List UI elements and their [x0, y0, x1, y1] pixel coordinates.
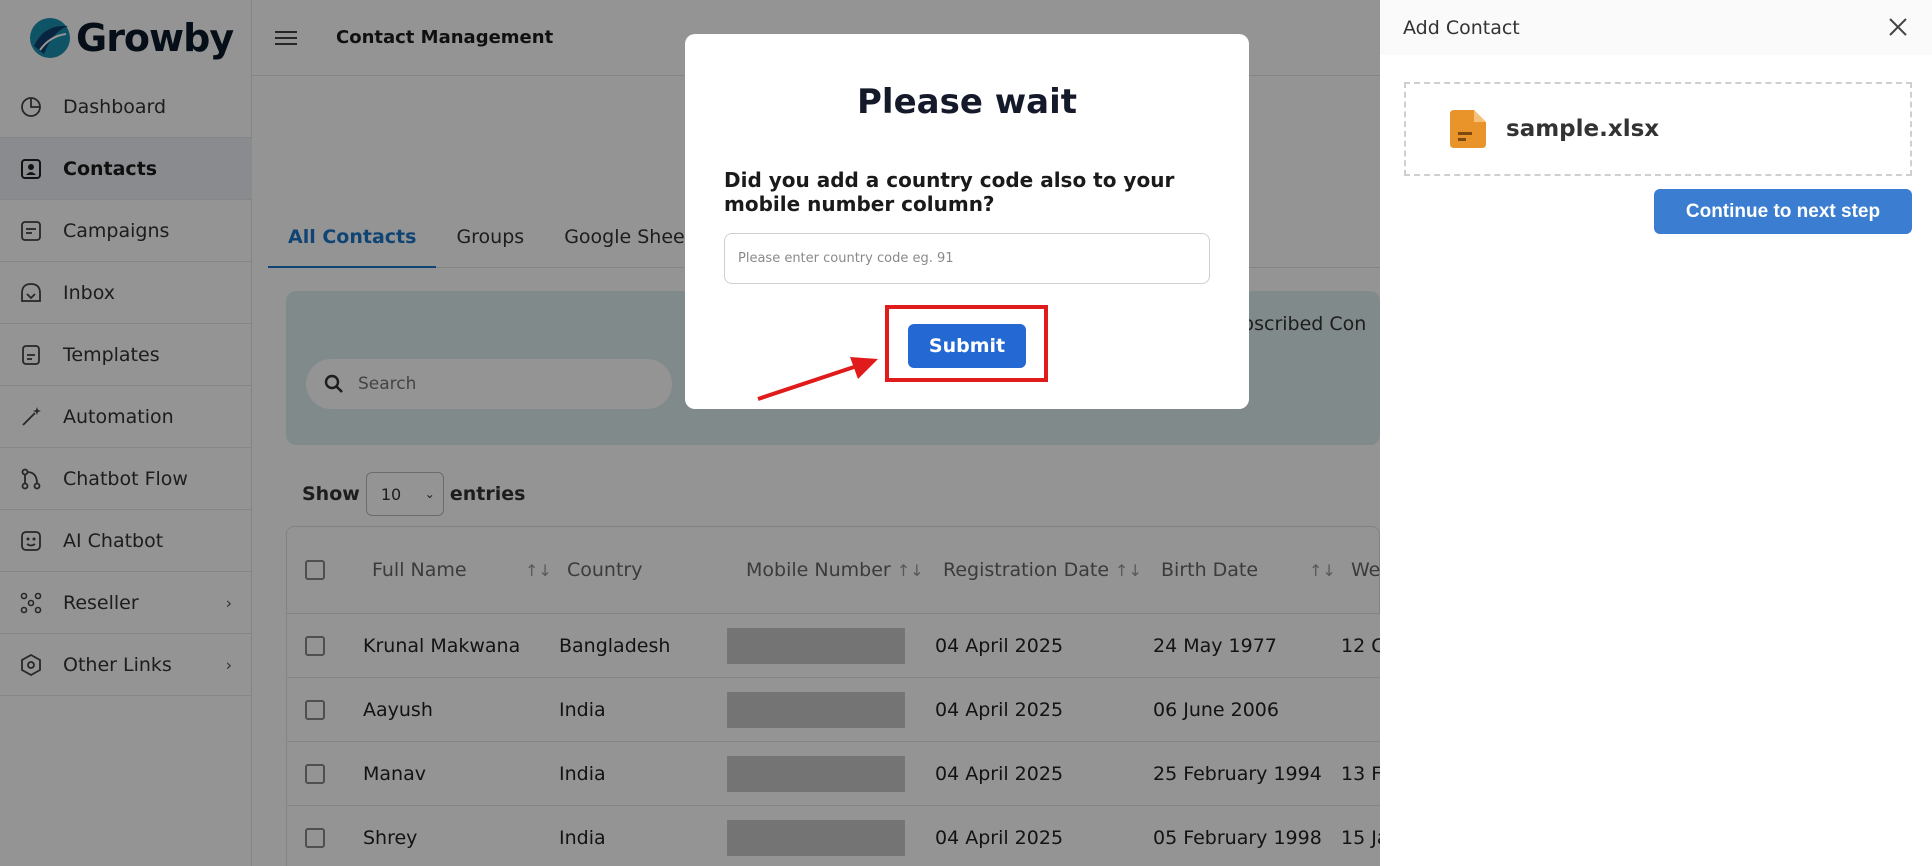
close-icon[interactable]	[1886, 15, 1910, 39]
uploaded-file[interactable]: sample.xlsx	[1404, 82, 1912, 176]
modal-title: Please wait	[857, 82, 1077, 122]
drawer-header: Add Contact	[1380, 0, 1932, 55]
file-name: sample.xlsx	[1506, 116, 1660, 142]
spreadsheet-file-icon	[1450, 110, 1486, 148]
continue-button[interactable]: Continue to next step	[1654, 189, 1912, 234]
red-arrow-icon	[757, 357, 878, 401]
highlight-box	[885, 305, 1048, 382]
drawer-title: Add Contact	[1403, 16, 1520, 39]
country-code-input[interactable]	[724, 233, 1210, 284]
modal-question: Did you add a country code also to your …	[724, 168, 1175, 216]
add-contact-drawer: Add Contact sample.xlsx Continue to next…	[1380, 0, 1932, 866]
